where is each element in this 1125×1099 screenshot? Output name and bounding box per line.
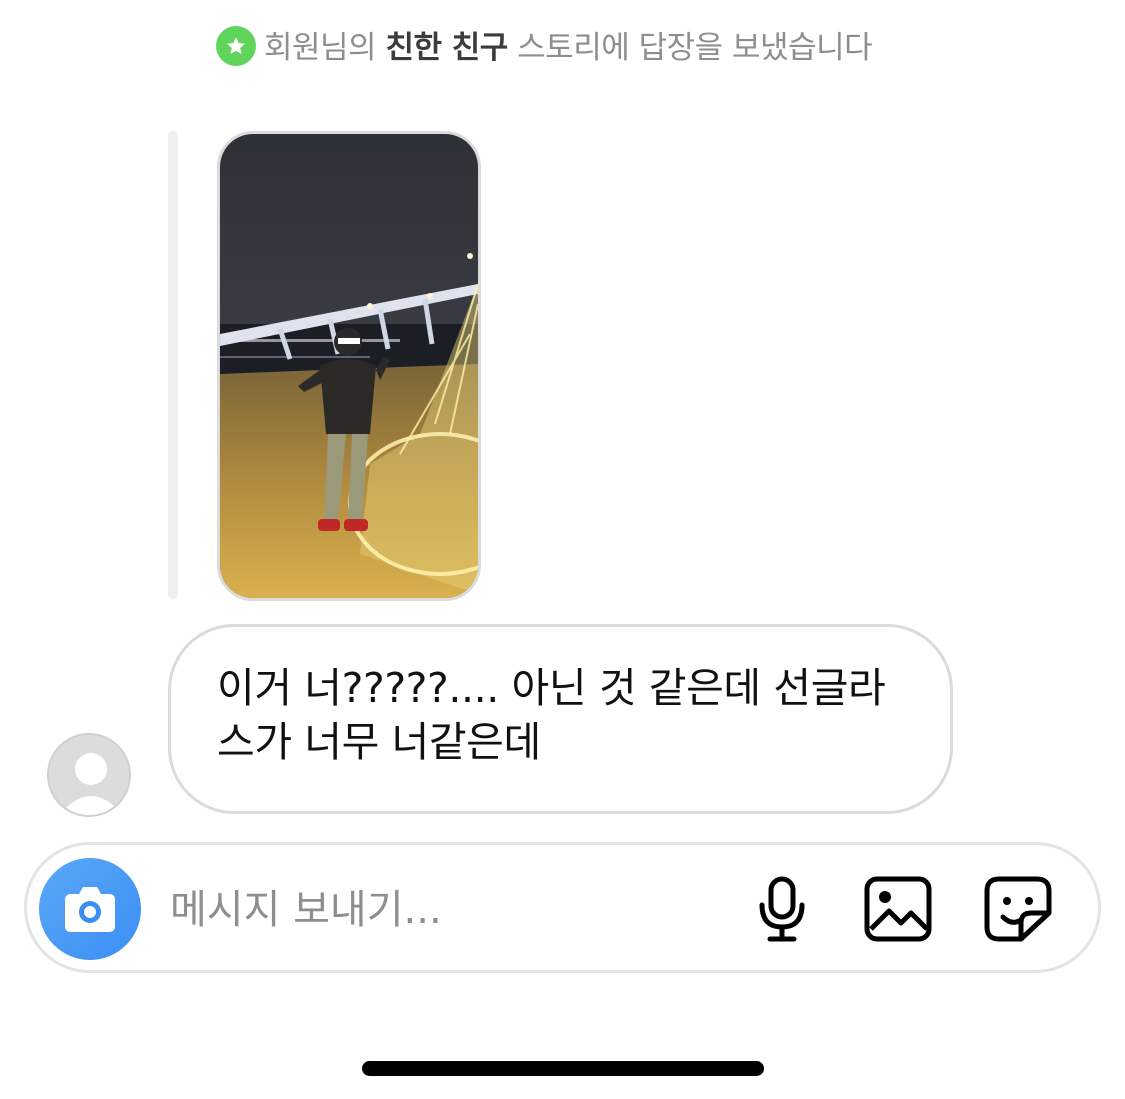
close-friends-star-icon [216,26,256,66]
message-bubble[interactable]: 이거 너?????.... 아닌 것 같은데 선글라스가 너무 너같은데 [168,624,953,814]
message-composer [24,842,1101,973]
story-photo [220,134,478,598]
story-reply-suffix: 스토리에 답장을 보냈습니다 [507,30,873,66]
message-text: 이거 너?????.... 아닌 것 같은데 선글라스가 너무 너같은데 [217,664,886,766]
avatar[interactable] [47,733,131,817]
default-avatar-icon [63,753,119,815]
camera-button[interactable] [39,858,141,960]
sticker-icon[interactable] [983,875,1053,943]
reply-quote-bar [168,131,178,599]
home-indicator[interactable] [362,1061,764,1076]
camera-icon [65,887,115,932]
story-reply-prefix: 회원님의 [264,30,386,66]
microphone-icon[interactable] [754,875,810,943]
message-input[interactable] [168,877,732,943]
close-friends-label: 친한 친구 [385,30,508,66]
story-thumbnail[interactable] [217,131,481,601]
story-reply-notice: 회원님의 친한 친구 스토리에 답장을 보냈습니다 [216,26,896,70]
photo-gallery-icon[interactable] [863,875,933,943]
